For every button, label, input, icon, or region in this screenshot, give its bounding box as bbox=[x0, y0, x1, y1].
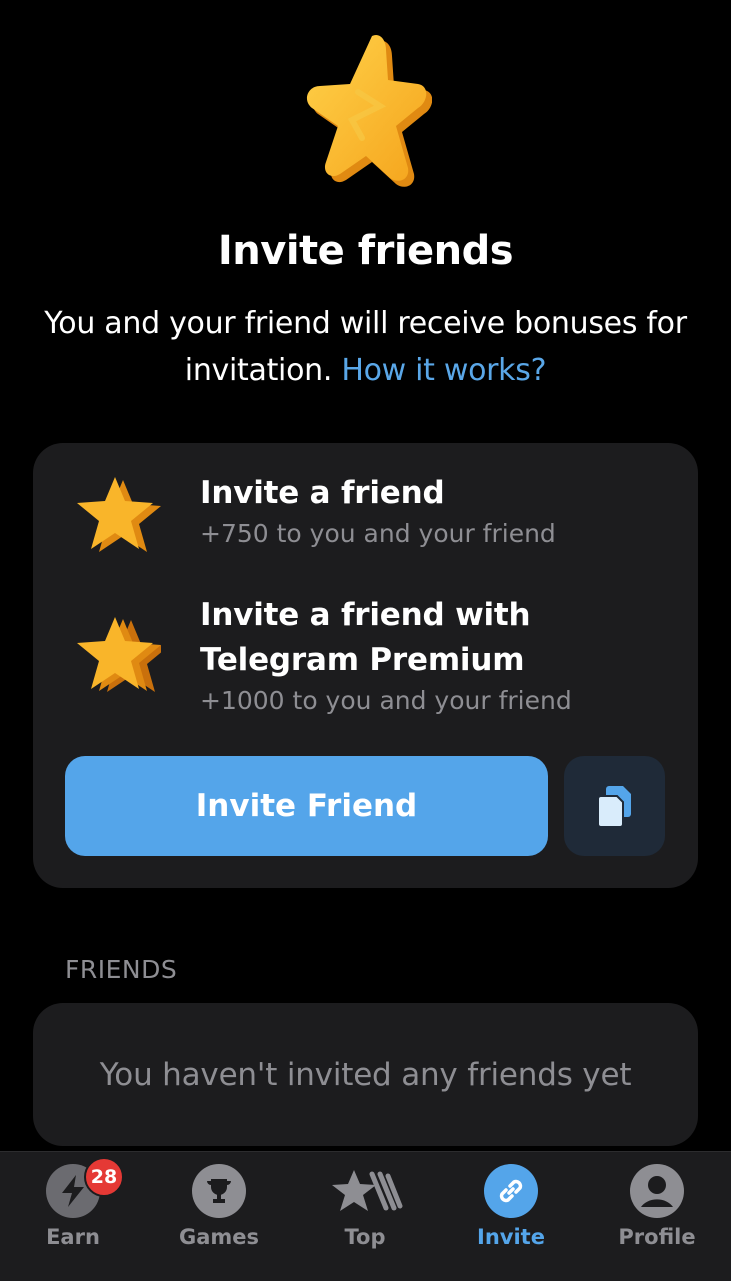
earn-badge: 28 bbox=[84, 1157, 124, 1197]
friends-card: You haven't invited any friends yet bbox=[33, 1003, 698, 1146]
tab-label: Invite bbox=[477, 1225, 545, 1249]
reward-description: +750 to you and your friend bbox=[200, 519, 556, 548]
tab-earn[interactable]: 28 Earn bbox=[0, 1152, 146, 1281]
premium-star-icon bbox=[77, 617, 161, 692]
star-top-icon bbox=[328, 1164, 404, 1218]
reward-description: +1000 to you and your friend bbox=[200, 686, 572, 715]
copy-link-button[interactable] bbox=[564, 756, 665, 856]
tab-label: Top bbox=[344, 1225, 386, 1249]
trophy-icon bbox=[192, 1164, 246, 1218]
tab-top[interactable]: Top bbox=[292, 1152, 438, 1281]
invite-card: Invite a friend +750 to you and your fri… bbox=[33, 443, 698, 888]
reward-title: Invite a friend with Telegram Premium bbox=[200, 597, 531, 678]
empty-friends-text: You haven't invited any friends yet bbox=[99, 1056, 632, 1093]
tab-label: Profile bbox=[618, 1225, 696, 1249]
invite-friend-button[interactable]: Invite Friend bbox=[65, 756, 548, 856]
tab-label: Games bbox=[178, 1225, 260, 1249]
profile-icon bbox=[630, 1164, 684, 1218]
reward-title: Invite a friend bbox=[200, 475, 445, 511]
tab-invite[interactable]: Invite bbox=[438, 1152, 584, 1281]
bottom-tab-bar: 28 Earn Games Top Invite Profile bbox=[0, 1151, 731, 1281]
copy-icon bbox=[596, 786, 631, 828]
friends-section-label: FRIENDS bbox=[65, 955, 178, 984]
how-it-works-link[interactable]: How it works? bbox=[341, 353, 546, 388]
tab-profile[interactable]: Profile bbox=[584, 1152, 730, 1281]
tab-games[interactable]: Games bbox=[146, 1152, 292, 1281]
link-icon bbox=[484, 1164, 538, 1218]
tab-label: Earn bbox=[46, 1225, 100, 1249]
page-title: Invite friends bbox=[217, 228, 514, 274]
page-subtitle: You and your friend will receive bonuses… bbox=[30, 300, 701, 394]
hero-star-icon bbox=[306, 34, 432, 187]
star-icon bbox=[77, 477, 161, 552]
